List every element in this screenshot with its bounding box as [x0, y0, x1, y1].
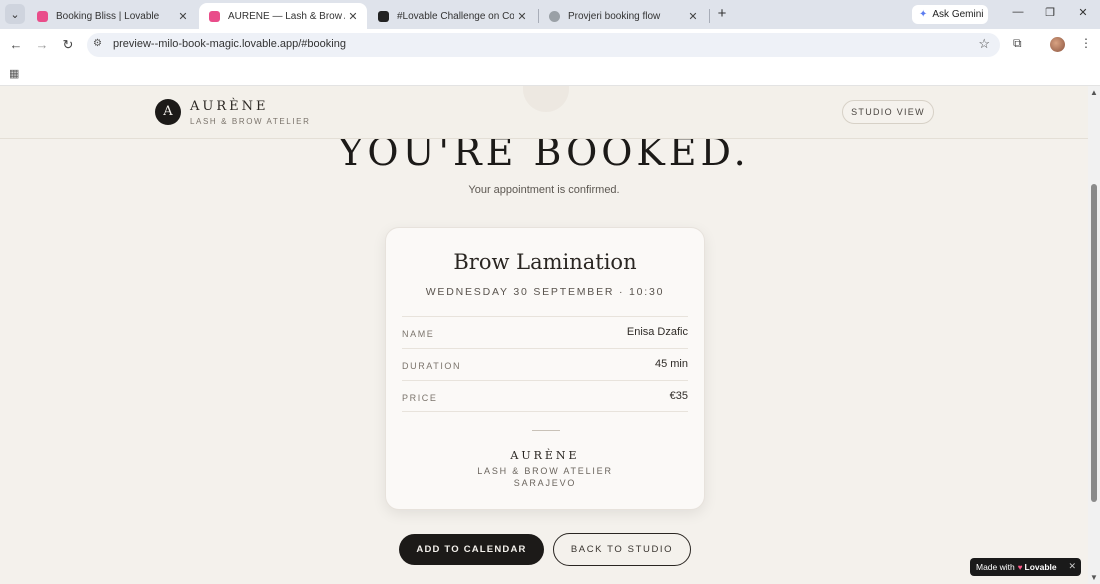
made-with-lovable-badge[interactable]: Made with ♥ Lovable ✕ [970, 558, 1081, 576]
tab-provjeri[interactable]: Provjeri booking flow ✕ [539, 3, 707, 29]
contra-favicon-icon [378, 10, 389, 22]
card-brand-city: SARAJEVO [513, 478, 577, 488]
back-arrow-icon[interactable]: ← [7, 36, 25, 54]
detail-value: €35 [669, 390, 688, 402]
badge-made-with: Made with [976, 562, 1015, 572]
tab-strip: ⌄ Booking Bliss | Lovable ✕ AURÈNE — Las… [0, 0, 1100, 29]
detail-value: Enisa Dzafic [626, 326, 688, 338]
browser-toolbar: ← → ↻ ⚙ preview--milo-book-magic.lovable… [0, 29, 1100, 61]
page-content: YOU'RE BOOKED. Your appointment is confi… [0, 86, 1088, 584]
badge-brand: Lovable [1024, 562, 1057, 572]
lovable-favicon-icon [209, 10, 220, 22]
restore-icon[interactable]: ❐ [1040, 6, 1060, 19]
bookmark-star-icon[interactable]: ☆ [978, 36, 990, 52]
logo-icon[interactable]: A [155, 99, 181, 125]
globe-favicon-icon [549, 10, 560, 22]
lovable-heart-icon: ♥ [1017, 562, 1023, 572]
detail-row-price: PRICE €35 [402, 380, 688, 412]
brand-tagline: LASH & BROW ATELIER [190, 117, 311, 126]
tab-booking-bliss[interactable]: Booking Bliss | Lovable ✕ [27, 3, 197, 29]
tab-title: Provjeri booking flow [568, 10, 661, 22]
close-tab-icon[interactable]: ✕ [175, 10, 191, 23]
badge-close-icon[interactable]: ✕ [1068, 561, 1076, 572]
ask-gemini-button[interactable]: ✦ Ask Gemini [912, 5, 988, 24]
forward-arrow-icon[interactable]: → [33, 36, 51, 54]
card-divider [532, 430, 560, 431]
reload-icon[interactable]: ↻ [59, 36, 77, 54]
tab-search-button[interactable]: ⌄ [5, 4, 25, 24]
tab-aurene[interactable]: AURÈNE — Lash & Brow Atelier ✕ [199, 3, 367, 29]
site-info-icon[interactable]: ⚙ [93, 38, 102, 49]
card-brand-tagline: LASH & BROW ATELIER [477, 466, 613, 476]
address-bar[interactable]: ⚙ preview--milo-book-magic.lovable.app/#… [87, 33, 1000, 57]
lovable-favicon-icon [37, 10, 48, 22]
scroll-down-icon[interactable]: ▼ [1090, 573, 1098, 582]
add-to-calendar-button[interactable]: ADD TO CALENDAR [399, 534, 544, 565]
detail-row-name: NAME Enisa Dzafic [402, 316, 688, 348]
close-tab-icon[interactable]: ✕ [514, 10, 530, 23]
studio-view-button[interactable]: STUDIO VIEW [842, 100, 934, 124]
detail-label: PRICE [402, 393, 438, 403]
gemini-sparkle-icon: ✦ [919, 9, 928, 20]
url-text[interactable]: preview--milo-book-magic.lovable.app/#bo… [113, 38, 346, 50]
detail-label: DURATION [402, 361, 462, 371]
detail-row-duration: DURATION 45 min [402, 348, 688, 380]
card-brand-name: AURÈNE [510, 449, 580, 462]
extensions-icon[interactable]: ⧉ [1013, 36, 1022, 51]
back-to-studio-button[interactable]: BACK TO STUDIO [553, 533, 691, 566]
ask-gemini-label: Ask Gemini [932, 9, 984, 20]
menu-kebab-icon[interactable]: ⋮ [1080, 36, 1092, 50]
close-tab-icon[interactable]: ✕ [345, 10, 361, 23]
tab-title: AURÈNE — Lash & Brow Atelier [228, 10, 345, 22]
tab-title: #Lovable Challenge on Contra [397, 10, 514, 22]
booking-summary-card: Brow Lamination WEDNESDAY 30 SEPTEMBER ·… [385, 227, 705, 510]
scrollbar-thumb[interactable] [1091, 184, 1097, 502]
header-emblem [523, 86, 569, 112]
window-close-icon[interactable]: ✕ [1073, 6, 1093, 19]
detail-label: NAME [402, 329, 435, 339]
service-title: Brow Lamination [453, 250, 637, 274]
tab-separator [709, 9, 710, 23]
tab-contra[interactable]: #Lovable Challenge on Contra ✕ [368, 3, 536, 29]
appointment-datetime: WEDNESDAY 30 SEPTEMBER · 10:30 [425, 286, 665, 298]
site-header: A AURÈNE LASH & BROW ATELIER STUDIO VIEW [0, 86, 1088, 139]
brand-name[interactable]: AURÈNE [190, 99, 269, 114]
close-tab-icon[interactable]: ✕ [685, 10, 701, 23]
page-scrollbar[interactable]: ▲ ▼ [1088, 86, 1100, 584]
minimize-icon[interactable]: — [1008, 6, 1028, 18]
scroll-up-icon[interactable]: ▲ [1090, 88, 1098, 97]
confirmation-subline: Your appointment is confirmed. [468, 184, 620, 196]
profile-avatar[interactable] [1050, 37, 1065, 52]
new-tab-icon[interactable]: + [713, 5, 731, 23]
tab-title: Booking Bliss | Lovable [56, 10, 160, 22]
apps-grid-icon[interactable]: ▦ [9, 67, 19, 80]
detail-value: 45 min [654, 358, 688, 370]
bookmarks-bar: ▦ [0, 61, 1100, 86]
